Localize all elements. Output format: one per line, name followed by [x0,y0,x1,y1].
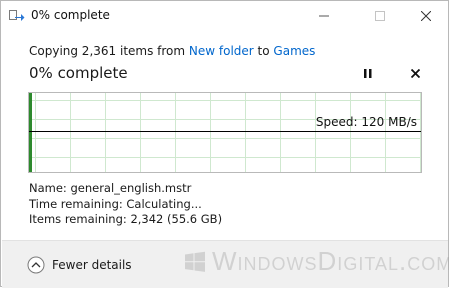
items-remaining-row: Items remaining: 2,342 (55.6 GB) [29,212,222,228]
window-title: 0% complete [31,8,110,22]
copy-summary: Copying 2,361 items from New folder to G… [29,44,315,58]
speed-label: Speed: 120 MB/s [315,115,417,129]
maximize-button[interactable] [358,1,402,31]
minimize-button[interactable] [302,1,346,31]
copy-arrow-icon [9,9,25,23]
copy-prefix: Copying 2,361 items from [29,44,189,58]
watermark-text: WindowsDigital.com [212,246,449,276]
dialog-footer: Fewer details WindowsDigital.com [2,240,449,288]
watermark: WindowsDigital.com [184,246,449,277]
fewer-details-label: Fewer details [52,258,132,272]
close-icon [421,11,431,21]
progress-panel: Copying 2,361 items from New folder to G… [2,32,448,239]
copy-details: Name: general_english.mstr Time remainin… [29,181,222,228]
percent-complete-heading: 0% complete [29,64,128,82]
time-remaining-row: Time remaining: Calculating... [29,197,222,213]
items-remaining-value: 2,342 (55.6 GB) [130,212,223,226]
destination-folder-link[interactable]: Games [273,44,315,58]
title-bar: 0% complete [1,1,448,31]
cancel-copy-button[interactable] [405,64,425,82]
maximize-icon [375,11,385,21]
time-remaining-label: Time remaining: [29,196,123,211]
items-remaining-label: Items remaining: [29,212,127,226]
minimize-icon [319,15,329,17]
source-folder-link[interactable]: New folder [189,44,254,58]
chevron-up-circle-icon [27,256,45,274]
pause-icon [364,68,372,78]
windows-logo-icon [185,251,205,272]
name-value: general_english.mstr [70,181,192,195]
name-label: Name: [29,181,67,195]
copy-mid: to [253,44,274,58]
fewer-details-button[interactable]: Fewer details [27,254,132,276]
pause-button[interactable] [358,64,378,82]
file-copy-dialog: 0% complete Copying 2,361 items from New… [0,0,449,288]
speed-line [29,131,421,132]
time-remaining-value: Calculating... [126,196,202,211]
transfer-speed-graph: Speed: 120 MB/s [28,92,422,173]
speed-history-bar [29,93,32,172]
name-row: Name: general_english.mstr [29,181,222,197]
close-button[interactable] [404,1,448,31]
cancel-icon [410,68,420,78]
